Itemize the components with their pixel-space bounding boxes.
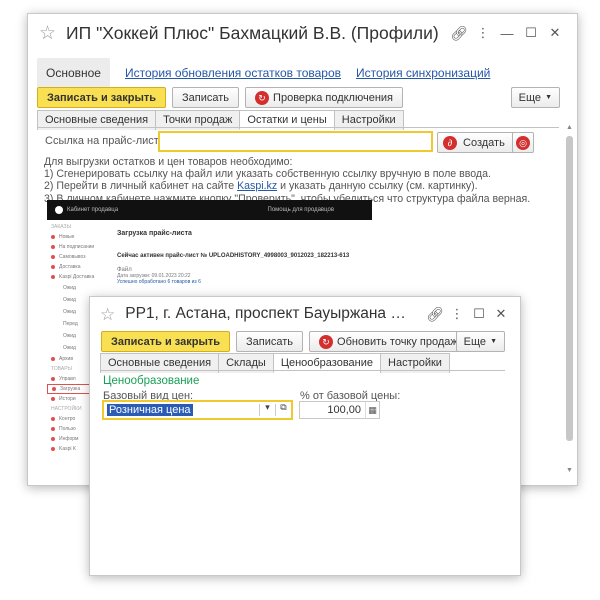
point-of-sale-window: ☆ PP1, г. Астана, проспект Бауыржана Мом… xyxy=(89,296,521,576)
window-controls: 🔗︎ ⋮ ☐ ✕ xyxy=(424,297,512,331)
maximize-icon[interactable]: ☐ xyxy=(468,306,490,322)
save-button[interactable]: Записать xyxy=(172,87,240,108)
nav-main[interactable]: Основное xyxy=(37,58,110,88)
command-bar: Записать и закрыть Записать ↻ Проверка п… xyxy=(37,87,409,108)
close-icon[interactable]: ✕ xyxy=(543,25,567,41)
percent-field[interactable]: 100,00 ▦ xyxy=(299,401,380,419)
scroll-down-icon[interactable]: ▼ xyxy=(566,467,573,474)
base-price-value: Розничная цена xyxy=(107,404,193,416)
save-button[interactable]: Записать xyxy=(236,331,304,352)
save-and-close-button[interactable]: Записать и закрыть xyxy=(37,87,167,108)
instructions-line-2: 1) Сгенерировать ссылку на файл или указ… xyxy=(44,168,491,181)
more-label: Еще xyxy=(463,335,487,348)
percent-value: 100,00 xyxy=(327,404,361,416)
window-title: PP1, г. Астана, проспект Бауыржана Момыш… xyxy=(125,305,417,322)
kaspi-logo-icon xyxy=(55,206,63,214)
refresh-point-label: Обновить точку продаж xyxy=(337,335,458,348)
screenshot-main: Загрузка прайс-листа Сейчас активен прай… xyxy=(117,230,350,285)
create-button[interactable]: ∂ Создать xyxy=(437,132,516,153)
base-price-field[interactable]: Розничная цена ▾ ⧉ xyxy=(102,400,293,420)
refresh-icon: ↻ xyxy=(255,90,270,105)
more-button[interactable]: Еще ▼ xyxy=(455,331,505,352)
star-icon[interactable]: ☆ xyxy=(100,306,115,323)
instructions-line-1: Для выгрузки остатков и цен товаров необ… xyxy=(44,156,293,168)
vertical-scrollbar[interactable]: ▲ ▼ xyxy=(566,124,573,474)
star-icon[interactable]: ☆ xyxy=(39,24,56,43)
more-label: Еще xyxy=(518,91,542,104)
menu-icon[interactable]: ⋮ xyxy=(471,25,495,41)
refresh-point-button[interactable]: ↻ Обновить точку продаж xyxy=(309,331,468,352)
open-url-button[interactable]: ◎ xyxy=(512,132,534,153)
save-and-close-button[interactable]: Записать и закрыть xyxy=(101,331,231,352)
refresh-icon: ↻ xyxy=(319,334,334,349)
nav-stock-history-link[interactable]: История обновления остатков товаров xyxy=(125,66,341,80)
globe-icon: ◎ xyxy=(516,135,530,150)
nav-sync-history-link[interactable]: История синхронизаций xyxy=(356,66,490,80)
window-title: ИП "Хоккей Плюс" Бахмацкий В.В. (Профили… xyxy=(66,22,439,43)
scroll-up-icon[interactable]: ▲ xyxy=(566,124,573,131)
command-bar: Записать и закрыть Записать ↻ Обновить т… xyxy=(101,331,474,352)
link-icon[interactable]: 🔗︎ xyxy=(424,306,446,323)
menu-icon[interactable]: ⋮ xyxy=(446,306,468,322)
url-input[interactable] xyxy=(158,131,433,152)
dropdown-chevron-icon[interactable]: ▾ xyxy=(260,402,275,418)
instructions-line-3: 2) Перейти в личный кабинет на сайте Kas… xyxy=(44,180,478,193)
screenshot-header: Кабинет продавца Помощь для продавцов xyxy=(47,200,372,220)
check-connection-label: Проверка подключения xyxy=(273,91,394,104)
close-icon[interactable]: ✕ xyxy=(490,306,512,322)
navigation-panel: Основное История обновления остатков тов… xyxy=(37,58,490,88)
open-form-icon[interactable]: ⧉ xyxy=(276,402,291,418)
more-button[interactable]: Еще ▼ xyxy=(510,87,560,108)
check-connection-button[interactable]: ↻ Проверка подключения xyxy=(245,87,404,108)
link-icon[interactable]: 🔗︎ xyxy=(447,25,471,42)
kaspi-link[interactable]: Kaspi.kz xyxy=(237,180,277,192)
chevron-down-icon: ▼ xyxy=(490,338,497,345)
create-label: Создать xyxy=(463,136,505,149)
maximize-icon[interactable]: ☐ xyxy=(519,25,543,41)
section-title: Ценообразование xyxy=(103,375,200,387)
chevron-down-icon: ▼ xyxy=(545,94,552,101)
window-controls: 🔗︎ ⋮ — ☐ ✕ xyxy=(447,14,567,52)
minimize-icon[interactable]: — xyxy=(495,26,519,41)
create-icon: ∂ xyxy=(443,135,457,150)
instructions: Для выгрузки остатков и цен товаров необ… xyxy=(44,156,530,205)
scroll-thumb[interactable] xyxy=(566,136,573,441)
calculator-icon[interactable]: ▦ xyxy=(365,402,379,418)
tab-divider xyxy=(37,127,559,128)
tab-divider xyxy=(100,370,505,371)
